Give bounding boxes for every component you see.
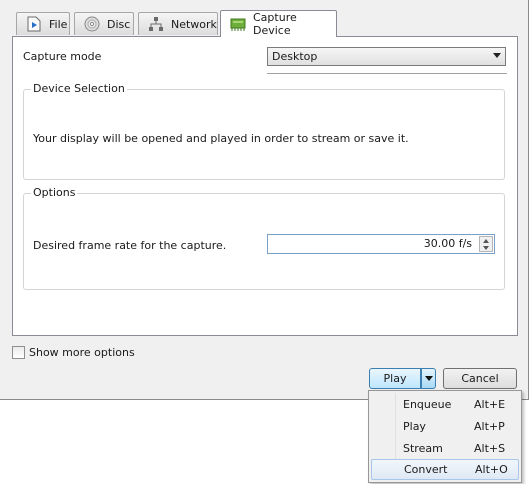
frame-rate-stepper[interactable]: [479, 236, 493, 252]
tab-network-label: Network: [171, 17, 217, 31]
frame-rate-spinbox[interactable]: 30.00 f/s: [267, 234, 495, 254]
menu-item-label: Convert: [404, 463, 448, 476]
device-selection-group: Device Selection Your display will be op…: [23, 82, 505, 180]
capture-mode-value: Desktop: [272, 50, 318, 63]
tab-file[interactable]: File: [16, 12, 70, 35]
play-button[interactable]: Play: [369, 368, 421, 389]
play-options-menu: Enqueue Alt+E Play Alt+P Stream Alt+S Co…: [368, 390, 522, 483]
tab-disc[interactable]: Disc: [74, 12, 134, 35]
play-dropdown-button[interactable]: [421, 368, 436, 389]
decrement-icon[interactable]: [483, 246, 489, 250]
show-more-options-label[interactable]: Show more options: [29, 346, 135, 359]
device-selection-message: Your display will be opened and played i…: [33, 132, 409, 145]
capture-device-panel: Capture mode Desktop Device Selection Yo…: [12, 36, 518, 336]
cancel-button[interactable]: Cancel: [443, 368, 517, 389]
frame-rate-label: Desired frame rate for the capture.: [33, 239, 227, 252]
menu-item-enqueue[interactable]: Enqueue Alt+E: [371, 394, 519, 415]
network-icon: [147, 16, 165, 32]
capture-mode-label: Capture mode: [23, 50, 102, 63]
play-button-label: Play: [383, 372, 407, 385]
menu-item-label: Enqueue: [403, 398, 452, 411]
device-selection-title: Device Selection: [31, 82, 127, 95]
disc-icon: [83, 16, 101, 32]
tab-capture-device[interactable]: Capture Device: [220, 10, 337, 37]
menu-item-convert[interactable]: Convert Alt+O: [371, 459, 519, 480]
menu-item-stream[interactable]: Stream Alt+S: [371, 438, 519, 459]
file-play-icon: [25, 16, 43, 32]
menu-item-play[interactable]: Play Alt+P: [371, 416, 519, 437]
chevron-down-icon: [493, 53, 501, 58]
divider: [267, 73, 507, 74]
menu-item-shortcut: Alt+P: [474, 420, 505, 433]
open-media-dialog: File Disc Network Capture Device Capture…: [0, 0, 529, 400]
show-more-options-checkbox[interactable]: [12, 346, 25, 359]
tab-network[interactable]: Network: [138, 12, 218, 35]
menu-item-label: Play: [403, 420, 426, 433]
tab-disc-label: Disc: [107, 17, 131, 31]
tab-file-label: File: [49, 17, 68, 31]
capture-mode-select[interactable]: Desktop: [267, 47, 506, 66]
capture-card-icon: [229, 16, 247, 32]
menu-item-shortcut: Alt+E: [474, 398, 506, 411]
increment-icon[interactable]: [483, 239, 489, 243]
options-title: Options: [31, 186, 78, 199]
tab-capture-device-label: Capture Device: [253, 11, 297, 37]
menu-item-shortcut: Alt+O: [475, 463, 508, 476]
frame-rate-value: 30.00 f/s: [423, 237, 472, 250]
menu-item-label: Stream: [403, 442, 443, 455]
chevron-down-icon: [425, 376, 433, 381]
cancel-button-label: Cancel: [461, 372, 499, 385]
menu-item-shortcut: Alt+S: [474, 442, 506, 455]
